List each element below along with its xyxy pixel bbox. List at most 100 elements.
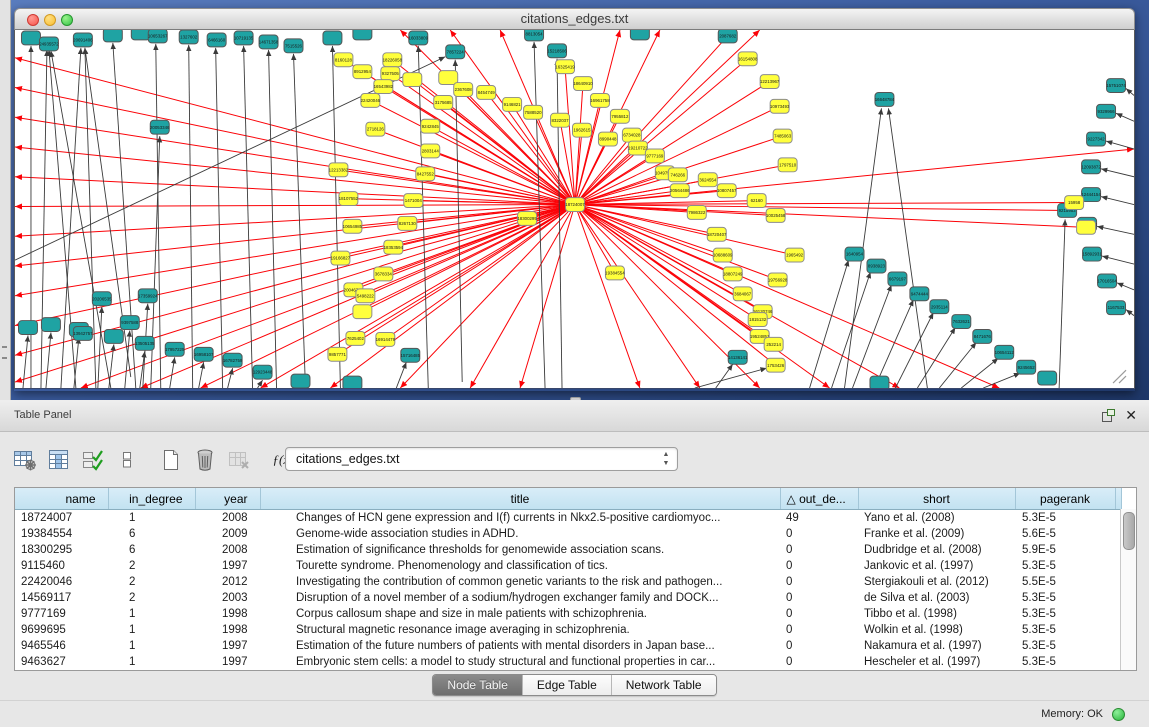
float-panel-icon[interactable] bbox=[1102, 409, 1115, 422]
graph-node[interactable] bbox=[104, 329, 123, 343]
graph-node[interactable]: 16154808 bbox=[738, 52, 758, 66]
graph-node[interactable]: 2935114 bbox=[930, 300, 949, 314]
graph-node[interactable]: 9227342 bbox=[1087, 132, 1106, 146]
network-canvas[interactable]: 1872400724935572206914061065326713276026… bbox=[14, 30, 1135, 389]
graph-node[interactable] bbox=[870, 376, 889, 388]
graph-node[interactable]: 8912954 bbox=[353, 65, 372, 79]
graph-node[interactable] bbox=[291, 374, 310, 388]
graph-node[interactable]: 19166827 bbox=[331, 251, 351, 265]
graph-node[interactable]: 8813054 bbox=[525, 30, 544, 41]
graph-node[interactable]: 12213967 bbox=[760, 75, 780, 89]
graph-node[interactable]: 10653267 bbox=[148, 30, 168, 43]
graph-node[interactable] bbox=[21, 31, 40, 45]
graph-node[interactable]: 1797510 bbox=[778, 158, 797, 172]
graph-node[interactable]: 9474444 bbox=[910, 287, 929, 301]
graph-node[interactable]: 8454749 bbox=[477, 86, 496, 100]
graph-node[interactable]: 5498222 bbox=[356, 289, 375, 303]
graph-node[interactable]: 16961758 bbox=[590, 93, 610, 107]
graph-node[interactable]: 10654985 bbox=[343, 219, 363, 233]
graph-node[interactable] bbox=[630, 30, 649, 40]
graph-node[interactable]: 7515526 bbox=[284, 39, 303, 53]
graph-node[interactable]: 15958 bbox=[1065, 196, 1084, 210]
window-titlebar[interactable]: citations_edges.txt bbox=[14, 8, 1135, 30]
graph-node[interactable]: 10719135 bbox=[234, 31, 254, 45]
graph-node[interactable]: 16782759 bbox=[223, 353, 243, 367]
graph-node[interactable]: 16914479 bbox=[376, 332, 396, 346]
graph-node[interactable]: 3678334 bbox=[374, 267, 393, 281]
table-settings-icon[interactable] bbox=[10, 444, 40, 476]
graph-node[interactable]: 9242845 bbox=[421, 119, 440, 133]
zoom-button[interactable] bbox=[61, 14, 73, 26]
graph-node[interactable]: 18353594 bbox=[384, 240, 404, 254]
graph-node[interactable]: 20564486 bbox=[670, 184, 690, 198]
graph-node[interactable]: 12444154 bbox=[1081, 188, 1101, 202]
graph-node[interactable]: 9777169 bbox=[645, 149, 664, 163]
graph-node[interactable]: 8160128 bbox=[334, 53, 353, 67]
graph-node[interactable] bbox=[1038, 371, 1057, 385]
graph-node[interactable]: 19756928 bbox=[768, 273, 788, 287]
graph-node[interactable]: 16033809 bbox=[409, 31, 429, 45]
graph-node[interactable]: 12923448 bbox=[253, 365, 273, 379]
graph-node[interactable]: 7955812 bbox=[610, 109, 629, 123]
graph-node[interactable]: 9245652 bbox=[1017, 360, 1036, 374]
table-row[interactable]: 2242004622012Investigating the contribut… bbox=[15, 574, 1121, 590]
graph-node[interactable]: 7485063 bbox=[773, 129, 792, 143]
graph-node[interactable]: 18226058 bbox=[383, 53, 403, 67]
graph-node[interactable]: 9329966 bbox=[1097, 104, 1116, 118]
graph-node[interactable] bbox=[103, 30, 122, 42]
graph-node[interactable]: 252214 bbox=[764, 337, 783, 351]
close-panel-icon[interactable]: ✕ bbox=[1125, 406, 1137, 425]
graph-node[interactable]: 15892931 bbox=[1082, 247, 1102, 261]
graph-node[interactable] bbox=[41, 318, 60, 332]
graph-node[interactable]: 2087682 bbox=[718, 30, 737, 43]
resize-grip-icon[interactable] bbox=[1113, 370, 1126, 383]
show-selected-columns-icon[interactable] bbox=[44, 444, 74, 476]
graph-node[interactable]: 13942757 bbox=[73, 327, 93, 341]
graph-node[interactable]: 15218506 bbox=[547, 44, 567, 58]
graph-node[interactable]: 1471004 bbox=[404, 194, 423, 208]
graph-node[interactable] bbox=[353, 305, 372, 319]
graph-node[interactable]: 7625402 bbox=[346, 331, 365, 345]
table-row[interactable]: 1938455462009Genome-wide association stu… bbox=[15, 526, 1121, 542]
graph-node[interactable]: 746266 bbox=[668, 168, 687, 182]
graph-node[interactable]: 62160 bbox=[747, 194, 766, 208]
graph-node[interactable]: 8990448 bbox=[598, 132, 617, 146]
table-row[interactable]: 911546021997Tourette syndrome. Phenomeno… bbox=[15, 558, 1121, 574]
graph-node[interactable]: 2803144 bbox=[421, 144, 440, 158]
graph-node[interactable]: 8938923 bbox=[867, 259, 886, 273]
select-all-rows-icon[interactable] bbox=[78, 444, 108, 476]
graph-node[interactable]: 9857771 bbox=[328, 347, 347, 361]
table-selector-combobox[interactable]: citations_edges.txt ▲▼ bbox=[285, 447, 678, 471]
column-header-name[interactable]: name bbox=[15, 488, 108, 510]
graph-node[interactable] bbox=[343, 376, 362, 388]
graph-node[interactable]: 18640910 bbox=[573, 77, 593, 91]
graph-node[interactable]: 18300295 bbox=[517, 211, 537, 225]
column-header-out-degree[interactable]: △ out_de... bbox=[780, 488, 858, 510]
graph-node[interactable]: 14136141 bbox=[728, 350, 748, 364]
graph-node[interactable] bbox=[439, 71, 458, 85]
graph-node[interactable]: 14671358 bbox=[259, 35, 279, 49]
graph-node[interactable]: 19384554 bbox=[605, 266, 625, 280]
edge-grip-icon[interactable] bbox=[2, 346, 7, 359]
graph-node[interactable]: 13505135 bbox=[135, 336, 155, 350]
graph-node[interactable]: 15751074 bbox=[1106, 79, 1126, 93]
graph-node[interactable]: 12093872 bbox=[1081, 160, 1101, 174]
graph-node[interactable]: 8322037 bbox=[551, 113, 570, 127]
graph-node[interactable]: 18807249 bbox=[723, 267, 743, 281]
graph-node[interactable] bbox=[403, 73, 422, 87]
graph-node[interactable] bbox=[1077, 220, 1096, 234]
tab-node-table[interactable]: Node Table bbox=[433, 675, 523, 695]
graph-node[interactable]: 8267130 bbox=[398, 216, 417, 230]
graph-node[interactable] bbox=[353, 30, 372, 40]
graph-node[interactable]: 8427552 bbox=[416, 167, 435, 181]
vertical-scrollbar[interactable] bbox=[1120, 509, 1136, 670]
graph-node[interactable]: 10973493 bbox=[770, 99, 790, 113]
graph-node[interactable]: 16543982 bbox=[374, 80, 394, 94]
graph-node[interactable]: 9397588 bbox=[120, 316, 139, 330]
graph-node[interactable]: 1640954 bbox=[845, 247, 864, 261]
graph-node[interactable] bbox=[323, 31, 342, 45]
graph-node[interactable]: 18107552 bbox=[339, 192, 359, 206]
column-header-short[interactable]: short bbox=[858, 488, 1015, 510]
graph-node[interactable]: 7632621 bbox=[952, 315, 971, 329]
scrollbar-thumb[interactable] bbox=[1123, 512, 1135, 550]
